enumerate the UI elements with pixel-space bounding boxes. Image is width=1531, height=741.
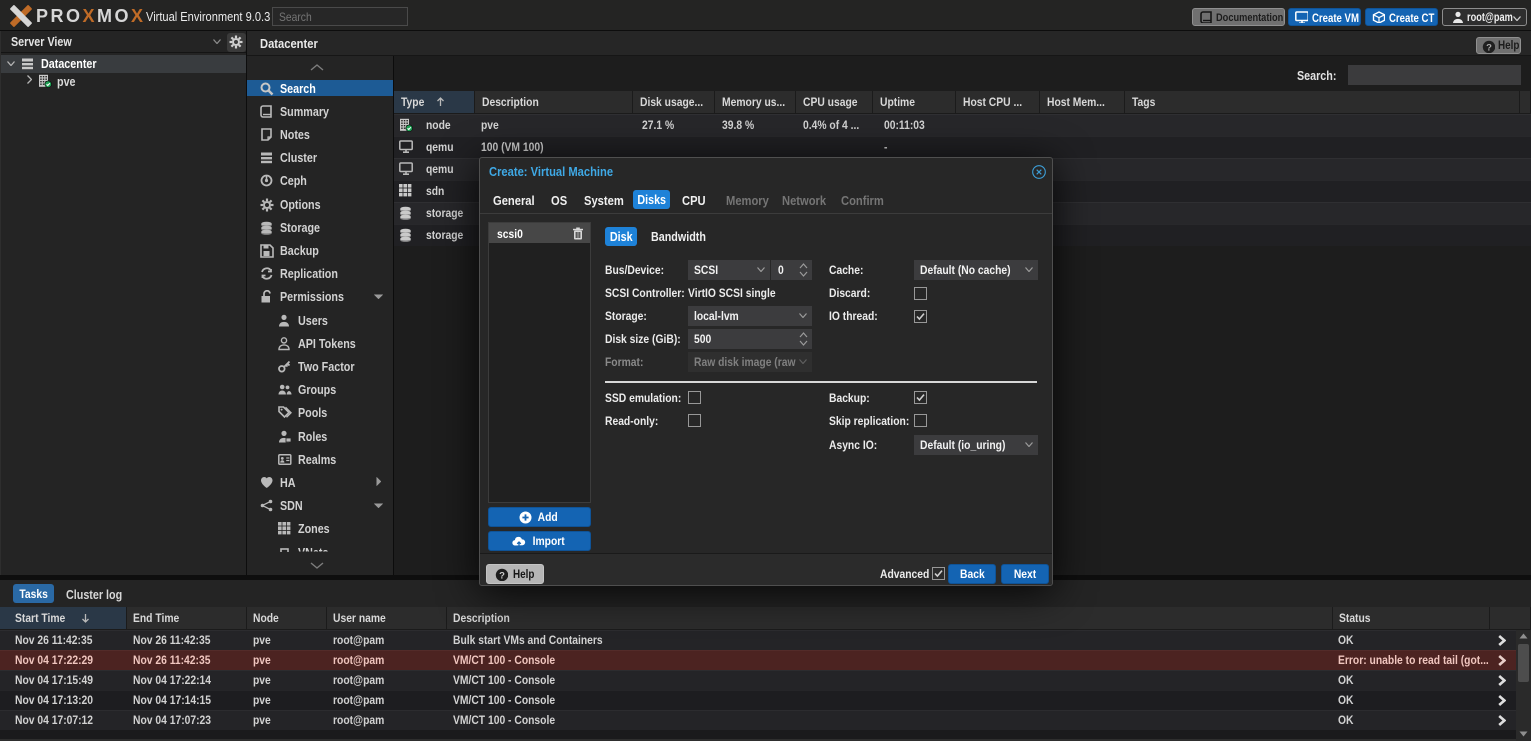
svg-text:?: ? xyxy=(499,570,505,581)
svg-text:?: ? xyxy=(1486,42,1492,53)
